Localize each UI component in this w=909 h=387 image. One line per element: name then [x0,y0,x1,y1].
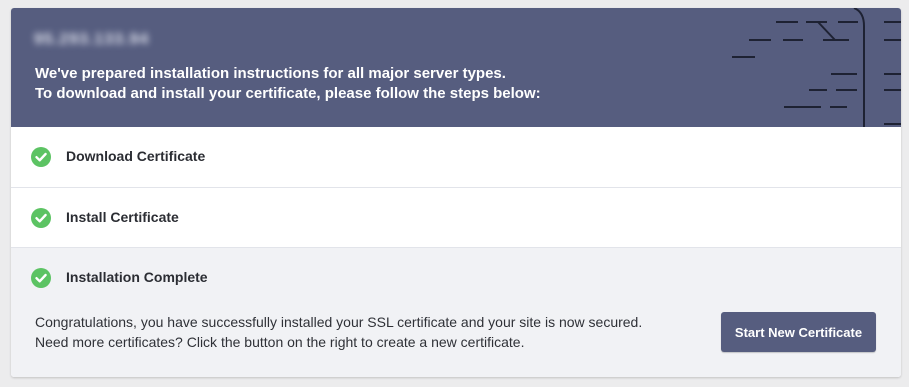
check-circle-icon [31,147,51,167]
completion-message: Congratulations, you have successfully i… [35,314,643,350]
step-label: Installation Complete [66,269,208,285]
instructions-banner: 95.293.133.94 We've prepared installatio… [11,8,901,127]
step-installation-complete[interactable]: Installation Complete Congratulations, y… [11,247,901,377]
check-circle-icon [31,268,51,288]
code-lines-decoration-icon [732,8,901,127]
check-circle-icon [31,208,51,228]
step-label: Install Certificate [66,209,179,225]
intro-text-line-2: To download and install your certificate… [35,85,541,102]
intro-text-line-1: We've prepared installation instructions… [35,65,506,82]
step-label: Download Certificate [66,148,206,164]
blurred-server-ip: 95.293.133.94 [34,31,150,48]
start-new-certificate-button[interactable]: Start New Certificate [721,312,876,352]
step-download-certificate[interactable]: Download Certificate [11,127,901,187]
step-install-certificate[interactable]: Install Certificate [11,187,901,247]
ssl-install-card: 95.293.133.94 We've prepared installatio… [11,8,901,377]
